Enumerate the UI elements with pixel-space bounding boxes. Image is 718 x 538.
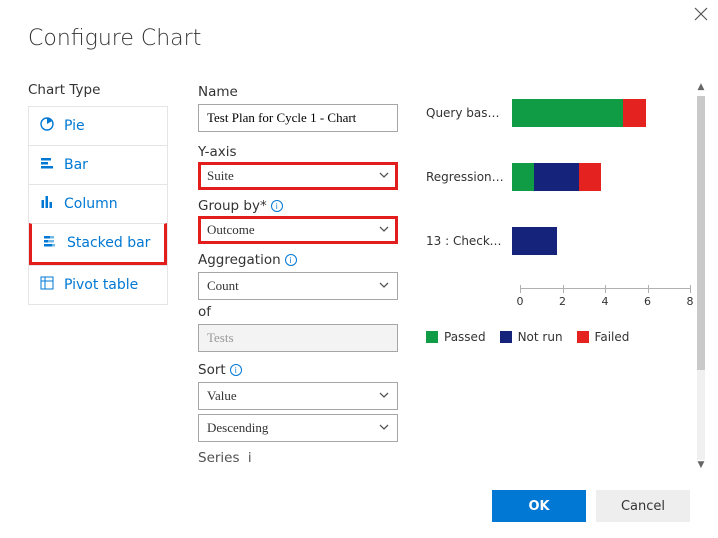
x-tick-label: 6 (644, 295, 651, 308)
bar-segment-failed (579, 163, 601, 191)
chart-type-bar[interactable]: Bar (29, 145, 167, 184)
configure-chart-dialog: Configure Chart Chart Type Pie Bar Colum… (0, 0, 718, 538)
sort-direction-select[interactable]: Descending (198, 414, 398, 442)
x-tick-label: 0 (517, 295, 524, 308)
legend-swatch (577, 331, 589, 343)
bar-icon (39, 155, 55, 175)
stacked-bar-icon (42, 233, 58, 253)
chart-type-stacked-bar[interactable]: Stacked bar (29, 223, 167, 265)
dialog-title: Configure Chart (0, 0, 718, 51)
legend-swatch (426, 331, 438, 343)
x-tick-label: 4 (602, 295, 609, 308)
scroll-up-icon[interactable]: ▲ (694, 82, 708, 96)
groupby-select[interactable]: Outcome (198, 216, 398, 244)
of-label: of (198, 304, 408, 320)
bar-segment-not-run (534, 163, 579, 191)
chart-type-panel: Chart Type Pie Bar Column Stacked bar (28, 82, 168, 474)
legend-label: Failed (595, 330, 630, 344)
bar-track (512, 99, 690, 127)
bar-category-label: 13 : Checko... (426, 234, 512, 248)
sort-label: Sort i (198, 362, 408, 378)
info-icon[interactable]: i (230, 364, 242, 376)
chart-bar-row: Regression ... (426, 160, 690, 194)
chevron-down-icon (379, 168, 389, 184)
yaxis-label: Y-axis (198, 144, 408, 160)
chevron-down-icon (379, 278, 389, 294)
aggregation-select[interactable]: Count (198, 272, 398, 300)
vertical-scrollbar[interactable]: ▲ ▼ (694, 82, 708, 474)
scroll-down-icon[interactable]: ▼ (694, 460, 708, 474)
legend-item: Failed (577, 330, 630, 344)
bar-segment-passed (512, 99, 623, 127)
sort-field-value: Value (207, 388, 237, 404)
dialog-footer: OK Cancel (492, 490, 690, 522)
chart-legend: Passed Not run Failed (426, 330, 690, 344)
info-icon[interactable]: i (285, 254, 297, 266)
bar-category-label: Query based... (426, 106, 512, 120)
legend-label: Passed (444, 330, 486, 344)
of-select: Tests (198, 324, 398, 352)
x-axis: 02468 (520, 288, 690, 308)
yaxis-value: Suite (207, 168, 234, 184)
name-label: Name (198, 84, 408, 100)
sort-field-select[interactable]: Value (198, 382, 398, 410)
bar-segment-failed (623, 99, 645, 127)
info-icon[interactable]: i (271, 200, 283, 212)
chevron-down-icon (379, 420, 389, 436)
scroll-thumb[interactable] (697, 96, 705, 370)
chart-type-heading: Chart Type (28, 82, 168, 98)
groupby-value: Outcome (207, 222, 255, 238)
bar-track (512, 163, 690, 191)
chart-type-pie[interactable]: Pie (29, 107, 167, 145)
bar-category-label: Regression ... (426, 170, 512, 184)
chart-preview: Query based... Regression ... 13 : Checko.… (426, 82, 690, 474)
chart-type-column[interactable]: Column (29, 184, 167, 223)
sort-direction-value: Descending (207, 420, 268, 436)
legend-label: Not run (518, 330, 563, 344)
chart-type-label: Pie (64, 118, 85, 134)
legend-item: Passed (426, 330, 486, 344)
yaxis-select[interactable]: Suite (198, 162, 398, 190)
x-tick-label: 2 (559, 295, 566, 308)
bar-segment-passed (512, 163, 534, 191)
close-icon[interactable] (694, 6, 708, 25)
bar-segment-not-run (512, 227, 557, 255)
chart-type-label: Pivot table (64, 277, 138, 293)
of-value: Tests (207, 330, 234, 346)
chart-type-label: Stacked bar (67, 235, 150, 251)
groupby-label: Group by* i (198, 198, 408, 214)
chart-config-form: Name Y-axis Suite Group by* i Outcome Ag… (198, 82, 408, 474)
ok-button[interactable]: OK (492, 490, 586, 522)
info-icon[interactable]: i (248, 450, 252, 466)
chart-bar-row: Query based... (426, 96, 690, 130)
chevron-down-icon (379, 388, 389, 404)
aggregation-label: Aggregation i (198, 252, 408, 268)
legend-swatch (500, 331, 512, 343)
column-icon (39, 194, 55, 214)
bar-track (512, 227, 690, 255)
legend-item: Not run (500, 330, 563, 344)
chart-type-label: Column (64, 196, 118, 212)
series-label: Series i (198, 450, 408, 466)
chevron-down-icon (379, 222, 389, 238)
name-input[interactable] (198, 104, 398, 132)
chart-type-label: Bar (64, 157, 88, 173)
chart-bar-row: 13 : Checko... (426, 224, 690, 258)
pivot-table-icon (39, 275, 55, 295)
chart-type-pivot-table[interactable]: Pivot table (29, 265, 167, 304)
cancel-button[interactable]: Cancel (596, 490, 690, 522)
x-tick-label: 8 (687, 295, 694, 308)
aggregation-value: Count (207, 278, 239, 294)
pie-icon (39, 116, 55, 136)
